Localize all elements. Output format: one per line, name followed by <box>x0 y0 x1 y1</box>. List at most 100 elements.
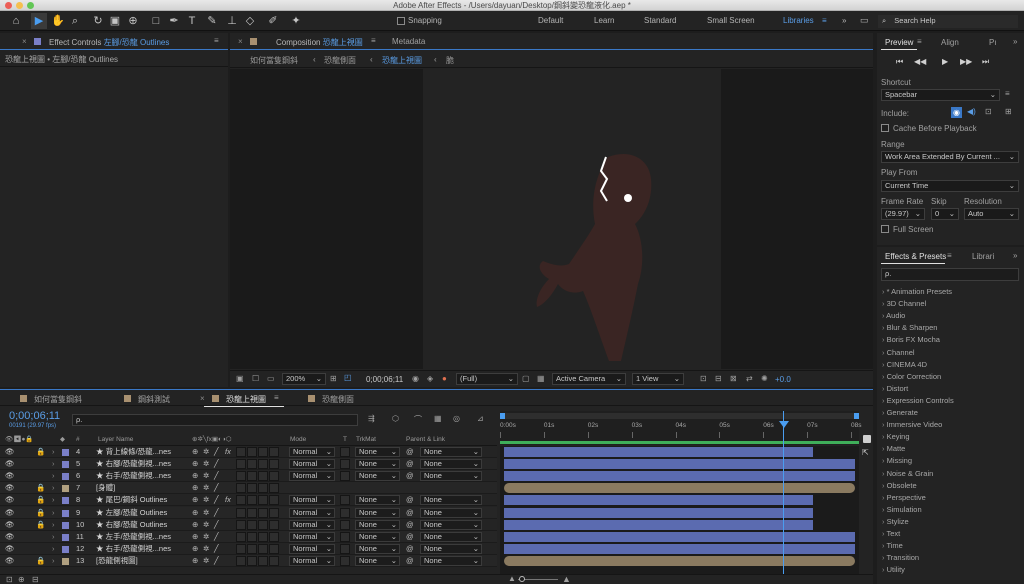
layer-switch-box[interactable] <box>269 459 279 470</box>
effect-controls-tab[interactable]: Effect Controls 左腳/恐龍 Outlines <box>49 37 169 48</box>
expand-arrow-icon[interactable]: › <box>52 482 55 494</box>
effects-category-item[interactable]: › Text <box>882 529 900 538</box>
parent-select[interactable]: None ⌄ <box>420 519 482 530</box>
panel-menu-icon[interactable]: ≡ <box>947 251 952 260</box>
tabs-overflow-icon[interactable]: » <box>1013 37 1017 46</box>
effects-category-item[interactable]: › Expression Controls <box>882 396 954 405</box>
timeline-tab-3[interactable]: 恐龍上視圖 <box>226 394 266 405</box>
zoom-slider-handle[interactable] <box>519 576 525 582</box>
fx-switch-icon[interactable]: fx <box>225 494 231 506</box>
layer-switch-box[interactable] <box>258 543 268 554</box>
workspace-panel-icon[interactable]: ▭ <box>860 15 869 26</box>
shortcut-settings-icon[interactable]: ≡ <box>1005 89 1010 98</box>
quality-switch-icon[interactable]: ╱ <box>214 543 219 555</box>
layer-duration-bar[interactable] <box>504 459 855 470</box>
layer-switch-box[interactable] <box>247 471 257 482</box>
skip-select[interactable]: 0 ⌄ <box>931 208 959 220</box>
preserve-transparency-box[interactable] <box>340 531 350 542</box>
zoom-window-button[interactable] <box>27 2 34 9</box>
effects-category-item[interactable]: › Time <box>882 541 903 550</box>
effects-category-item[interactable]: › Transition <box>882 553 919 562</box>
render-time-icon[interactable]: ⊡ <box>6 575 13 584</box>
roto-brush-tool-icon[interactable]: ✐ <box>265 13 281 29</box>
layer-switch-box[interactable] <box>258 531 268 542</box>
composition-tab[interactable]: Composition 恐龍上視圖 <box>276 37 363 48</box>
graph-editor-icon[interactable]: ⊿ <box>477 414 484 423</box>
preserve-transparency-box[interactable] <box>340 543 350 554</box>
channel-icon[interactable]: ● <box>442 374 447 383</box>
lock-icon[interactable]: 🔒 <box>36 507 45 519</box>
layer-switch-box[interactable] <box>258 459 268 470</box>
layer-switch-box[interactable] <box>236 555 246 566</box>
layer-switch-box[interactable] <box>236 483 246 494</box>
search-help-input[interactable]: ⌕ Search Help <box>878 15 1018 28</box>
flowchart-icon[interactable]: ⊠ <box>730 374 737 383</box>
layer-switch-box[interactable] <box>269 471 279 482</box>
eye-icon[interactable]: 👁 <box>5 507 15 519</box>
layer-switch-box[interactable] <box>236 531 246 542</box>
exposure-icon[interactable]: ✺ <box>761 374 768 383</box>
transparency-grid-icon[interactable]: ▦ <box>537 374 545 383</box>
lock-icon[interactable]: 🔒 <box>36 482 45 494</box>
expand-arrow-icon[interactable]: › <box>52 458 55 470</box>
label-color-swatch[interactable] <box>62 473 69 481</box>
collapse-switch-icon[interactable]: ✲ <box>203 543 209 555</box>
mode-select[interactable]: Normal ⌄ <box>289 531 335 542</box>
workspace-overflow-icon[interactable]: » <box>842 16 846 25</box>
layer-switch-box[interactable] <box>269 519 279 530</box>
trkmat-select[interactable]: None ⌄ <box>355 519 400 530</box>
parent-select[interactable]: None ⌄ <box>420 459 482 470</box>
preview-tab[interactable]: Preview <box>885 38 913 47</box>
timeline-tab-2[interactable]: 鋼斜測試 <box>138 394 170 405</box>
layer-name-column[interactable]: Layer Name <box>98 434 133 446</box>
shy-switch-icon[interactable]: ⊕ <box>192 458 198 470</box>
eye-icon[interactable]: 👁 <box>5 482 15 494</box>
workspace-menu-icon[interactable]: ≡ <box>822 16 827 25</box>
align-tab[interactable]: Align <box>941 38 959 47</box>
quality-switch-icon[interactable]: ╱ <box>214 507 219 519</box>
expand-arrow-icon[interactable]: › <box>52 470 55 482</box>
quality-switch-icon[interactable]: ╱ <box>214 531 219 543</box>
close-window-button[interactable] <box>5 2 12 9</box>
layer-duration-bar[interactable] <box>504 531 855 542</box>
fast-preview-icon[interactable]: ☐ <box>252 374 259 383</box>
pick-whip-icon[interactable]: @ <box>406 507 414 519</box>
show-snapshot-icon[interactable]: ◈ <box>427 374 433 383</box>
layer-switch-box[interactable] <box>258 555 268 566</box>
layer-switch-box[interactable] <box>269 507 279 518</box>
timeline-current-time[interactable]: 0;00;06;11 <box>9 410 60 422</box>
quality-switch-icon[interactable]: ╱ <box>214 555 219 567</box>
shy-switch-icon[interactable]: ⊕ <box>192 555 198 567</box>
quality-switch-icon[interactable]: ╱ <box>214 494 219 506</box>
zoom-tool-icon[interactable]: ⌕ <box>67 13 83 29</box>
lock-icon[interactable]: 🔒 <box>36 555 45 567</box>
expand-arrow-icon[interactable]: › <box>52 555 55 567</box>
shortcut-select[interactable]: Spacebar ⌄ <box>881 89 1000 101</box>
layer-duration-bar[interactable] <box>504 507 813 518</box>
layer-switch-box[interactable] <box>236 543 246 554</box>
effects-category-item[interactable]: › * Animation Presets <box>882 287 952 296</box>
parent-select[interactable]: None ⌄ <box>420 555 482 566</box>
workspace-standard[interactable]: Standard <box>644 16 676 25</box>
trkmat-select[interactable]: None ⌄ <box>355 543 400 554</box>
eye-icon[interactable]: 👁 <box>5 531 15 543</box>
effects-category-item[interactable]: › Channel <box>882 348 915 357</box>
pick-whip-icon[interactable]: @ <box>406 446 414 458</box>
mode-select[interactable]: Normal ⌄ <box>289 471 335 482</box>
viewer-timecode[interactable]: 0;00;06;11 <box>366 375 403 384</box>
layer-duration-bar[interactable] <box>504 543 855 554</box>
effects-category-item[interactable]: › Missing <box>882 456 912 465</box>
panel-menu-icon[interactable]: ≡ <box>214 36 219 45</box>
effects-category-item[interactable]: › Stylize <box>882 517 909 526</box>
layer-name[interactable]: ★ 左手/恐龍側視...nes <box>96 531 171 543</box>
zoom-out-icon[interactable]: ▲ <box>508 574 516 583</box>
trkmat-select[interactable]: None ⌄ <box>355 471 400 482</box>
layer-duration-bar[interactable] <box>504 447 813 457</box>
effects-category-item[interactable]: › 3D Channel <box>882 299 926 308</box>
layer-row[interactable]: 👁 🔒 › 13 [恐龍側視圖] ⊕ ✲ ╱ Normal ⌄ None ⌄ @ None ⌄ <box>0 554 497 567</box>
workspace-learn[interactable]: Learn <box>594 16 614 25</box>
toggle-panel-icon[interactable]: ⊕ <box>18 575 25 584</box>
effects-category-item[interactable]: › Perspective <box>882 493 926 502</box>
layer-switch-box[interactable] <box>247 531 257 542</box>
preserve-transparency-box[interactable] <box>340 519 350 530</box>
